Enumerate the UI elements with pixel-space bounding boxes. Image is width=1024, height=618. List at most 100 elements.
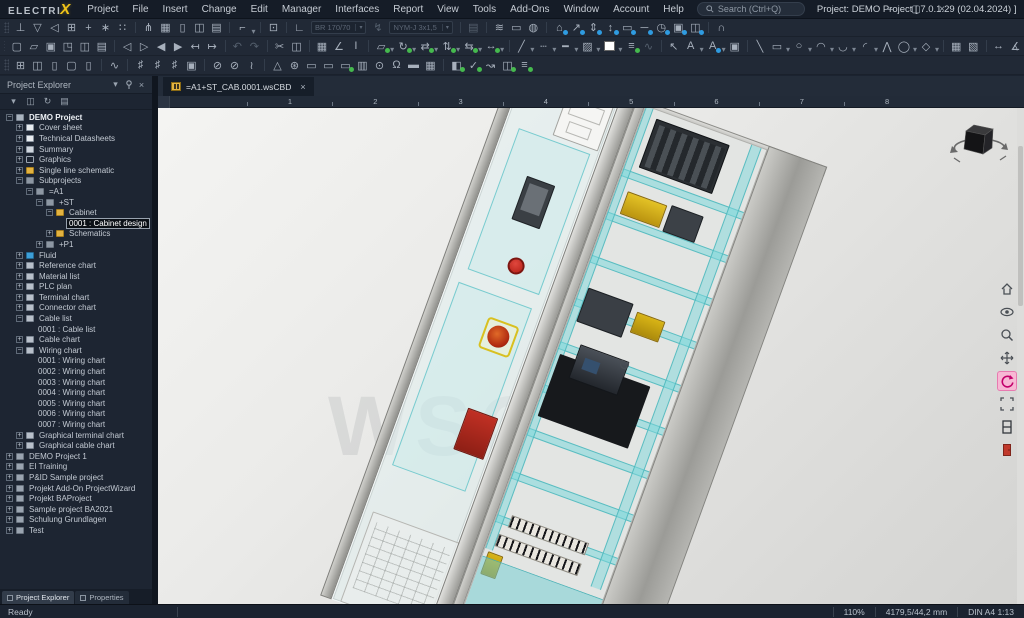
tree-item[interactable]: +Terminal chart xyxy=(0,292,152,303)
polyline-icon[interactable]: ⋀ xyxy=(878,38,895,54)
menu-change[interactable]: Change xyxy=(195,2,244,17)
enclosure-icon[interactable]: ▢ xyxy=(63,57,80,73)
tree-item[interactable]: −DEMO Project xyxy=(0,112,152,123)
pen-icon[interactable]: ╱ xyxy=(513,38,530,54)
lock-icon[interactable]: ∩ xyxy=(713,20,730,36)
toolbar-grip[interactable] xyxy=(4,59,9,72)
expand-icon[interactable]: + xyxy=(16,336,23,343)
cut-icon[interactable]: ✂ xyxy=(271,38,288,54)
image-scan-icon[interactable]: ▧ xyxy=(965,38,982,54)
view-tool-zoom-icon[interactable] xyxy=(998,326,1016,344)
tab-close-icon[interactable]: × xyxy=(300,82,305,92)
cursor-snap-icon[interactable]: I xyxy=(347,38,364,54)
wire-check-icon[interactable]: ✓ xyxy=(465,57,482,73)
tree-item[interactable]: −+ST xyxy=(0,197,152,208)
expand-icon[interactable]: + xyxy=(16,304,23,311)
expand-icon[interactable]: + xyxy=(16,167,23,174)
din-rail-3-icon[interactable]: ♯ xyxy=(166,57,183,73)
expand-icon[interactable]: + xyxy=(16,262,23,269)
side-panel-icon[interactable]: ▯ xyxy=(46,57,63,73)
save-all-icon[interactable]: ◫ xyxy=(76,38,93,54)
din-rail-2-icon[interactable]: ♯ xyxy=(149,57,166,73)
move-icon[interactable]: ▱ xyxy=(373,38,390,54)
tree-item[interactable]: 0006 : Wiring chart xyxy=(0,409,152,420)
view-tool-door-icon[interactable] xyxy=(998,441,1016,459)
nav-last-icon[interactable]: ▶ xyxy=(170,38,187,54)
insert-panel-icon[interactable]: ◫ xyxy=(687,20,704,36)
cabinet-door-icon[interactable]: ◫ xyxy=(29,57,46,73)
tree-item[interactable]: +EI Training xyxy=(0,462,152,473)
menu-window[interactable]: Window xyxy=(557,2,607,17)
insert-clock-icon[interactable]: ◷ xyxy=(653,20,670,36)
mounting-frame-icon[interactable]: ▣ xyxy=(183,57,200,73)
duct-end-icon[interactable]: ▭ xyxy=(337,57,354,73)
icon-dropdown-caret[interactable]: ▾ xyxy=(500,38,505,54)
tree-item[interactable]: +Summary xyxy=(0,144,152,155)
tree-item[interactable]: −Cabinet xyxy=(0,207,152,218)
angle-snap-icon[interactable]: ∠ xyxy=(330,38,347,54)
tree-item[interactable]: +Schematics xyxy=(0,229,152,240)
wire-duct-icon[interactable]: ∿ xyxy=(106,57,123,73)
explorer-paste-icon[interactable]: ▤ xyxy=(57,95,72,108)
mounting-plate-icon[interactable]: ⊞ xyxy=(12,57,29,73)
menu-help[interactable]: Help xyxy=(656,2,691,17)
tree-item[interactable]: +Cover sheet xyxy=(0,123,152,134)
arc-icon[interactable]: ◠ xyxy=(812,38,829,54)
distribution-icon[interactable]: ∷ xyxy=(114,20,131,36)
expand-icon[interactable]: + xyxy=(46,230,53,237)
grid-snap-icon[interactable]: ▦ xyxy=(313,38,330,54)
icon-dropdown-caret[interactable]: ▾ xyxy=(251,20,256,36)
wire-route-icon[interactable]: ↝ xyxy=(482,57,499,73)
tree-item[interactable]: −Subprojects xyxy=(0,176,152,187)
menu-tools[interactable]: Tools xyxy=(466,2,503,17)
menu-manager[interactable]: Manager xyxy=(275,2,328,17)
panel-tab-properties[interactable]: Properties xyxy=(75,591,128,604)
expand-icon[interactable]: + xyxy=(36,241,43,248)
image-frame-icon[interactable]: ▣ xyxy=(726,38,743,54)
view-tool-fit-icon[interactable] xyxy=(998,395,1016,413)
corner-angle-icon[interactable]: ∟ xyxy=(291,20,308,36)
tree-item[interactable]: +DEMO Project 1 xyxy=(0,451,152,462)
icon-dropdown-caret[interactable]: ▾ xyxy=(434,38,439,54)
expand-icon[interactable]: + xyxy=(16,432,23,439)
expand-icon[interactable]: + xyxy=(16,283,23,290)
expand-icon[interactable]: + xyxy=(16,124,23,131)
icon-dropdown-caret[interactable]: ▾ xyxy=(934,38,939,54)
tree-item[interactable]: +Graphical terminal chart xyxy=(0,430,152,441)
arc-start-icon[interactable]: ◡ xyxy=(834,38,851,54)
hatch-icon[interactable]: ▨ xyxy=(579,38,596,54)
insert-line-icon[interactable]: ─ xyxy=(636,20,653,36)
device-phone-icon[interactable]: ▭ xyxy=(508,20,525,36)
nav-prev-page-icon[interactable]: ↤ xyxy=(187,38,204,54)
toolbar-grip[interactable] xyxy=(4,22,9,34)
menu-project[interactable]: Project xyxy=(80,2,125,17)
drawing-canvas-3d[interactable]: WSCAD xyxy=(158,108,1024,604)
nav-first-icon[interactable]: ◀ xyxy=(153,38,170,54)
tree-item[interactable]: +Reference chart xyxy=(0,260,152,271)
rotate-icon[interactable]: ↻ xyxy=(395,38,412,54)
menu-interfaces[interactable]: Interfaces xyxy=(328,2,386,17)
room-outline-icon[interactable]: ⌐ xyxy=(234,20,251,36)
expand-icon[interactable]: + xyxy=(16,146,23,153)
layer-stack-icon[interactable]: ≡ xyxy=(516,57,533,73)
new-file-icon[interactable]: ▢ xyxy=(8,38,25,54)
profile-icon[interactable]: ▯ xyxy=(80,57,97,73)
select-arrow-icon[interactable]: ↖ xyxy=(665,38,682,54)
minimize-button[interactable]: – xyxy=(884,4,896,15)
icon-dropdown-caret[interactable]: ▾ xyxy=(478,38,483,54)
panel-menu-chevron-icon[interactable]: ▾ xyxy=(109,78,122,91)
din-rail-icon[interactable]: ♯ xyxy=(132,57,149,73)
lamp-icon[interactable]: ▽ xyxy=(29,20,46,36)
cable-clip-2-icon[interactable]: ⊘ xyxy=(226,57,243,73)
ground-icon[interactable]: ⊥ xyxy=(12,20,29,36)
door-vertical-icon[interactable]: ▯ xyxy=(174,20,191,36)
collapse-icon[interactable]: − xyxy=(16,347,23,354)
switch-icon[interactable]: + xyxy=(80,20,97,36)
insert-house-icon[interactable]: ⌂ xyxy=(551,20,568,36)
text-icon[interactable]: A xyxy=(682,38,699,54)
menu-view[interactable]: View xyxy=(430,2,466,17)
expand-icon[interactable]: + xyxy=(6,516,13,523)
expand-icon[interactable]: + xyxy=(16,273,23,280)
expand-icon[interactable]: + xyxy=(6,506,13,513)
door-device-icon[interactable]: ◧ xyxy=(448,57,465,73)
